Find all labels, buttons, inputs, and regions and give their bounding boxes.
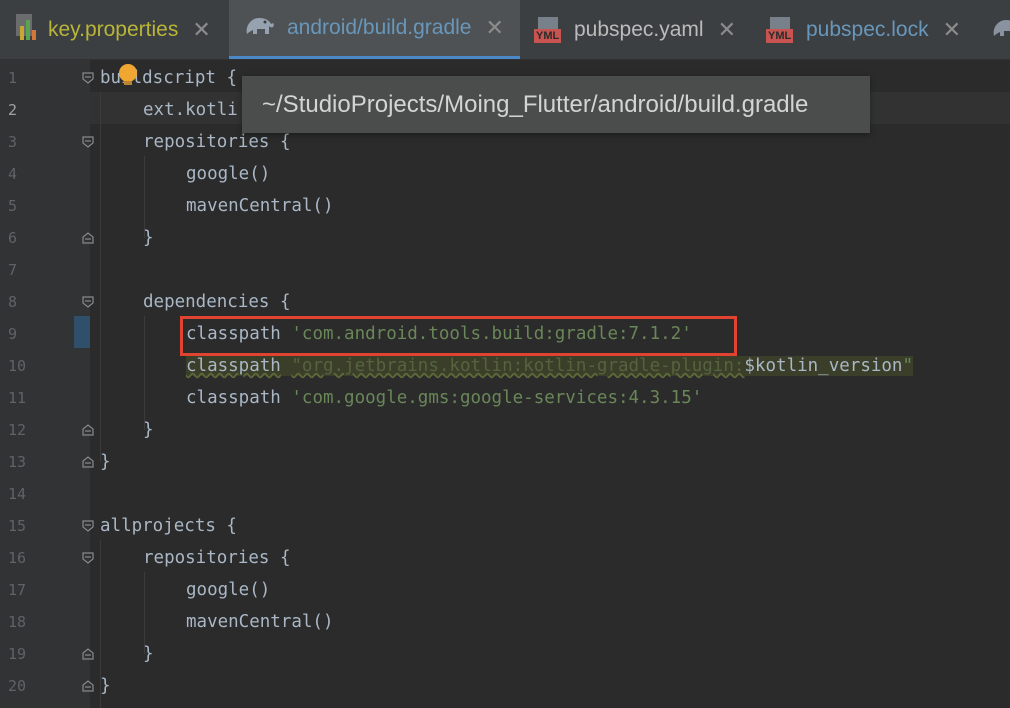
code-line-17: google(): [186, 574, 270, 606]
close-tab-icon[interactable]: ✕: [718, 18, 736, 43]
code-line-8: dependencies {: [143, 286, 291, 318]
code-line-19: }: [143, 638, 154, 670]
code-token: classpath: [186, 356, 281, 376]
properties-file-icon: [14, 12, 40, 48]
code-token: buildscript: [100, 68, 216, 88]
code-string: "org.jetbrains.kotlin:kotlin-gradle-plug…: [291, 356, 745, 376]
close-tab-icon[interactable]: ✕: [485, 16, 503, 41]
tab-pubspec-yaml[interactable]: YML pubspec.yaml ✕: [534, 0, 736, 59]
tab-label: key.properties: [48, 18, 179, 41]
tab-label: pubspec.lock: [806, 18, 929, 41]
line-number: 13: [8, 453, 27, 471]
change-marker: [74, 316, 90, 348]
intention-bulb-icon[interactable]: [119, 64, 137, 82]
gradle-elephant-icon: [243, 12, 277, 44]
line-number: 17: [8, 581, 27, 599]
fold-close-icon[interactable]: [82, 232, 94, 244]
line-number: 6: [8, 229, 18, 247]
yml-badge: YML: [766, 29, 794, 43]
line-number: 14: [8, 485, 27, 503]
line-number: 10: [8, 357, 27, 375]
yml-file-icon: YML: [534, 15, 564, 45]
fold-close-icon[interactable]: [82, 648, 94, 660]
yml-badge: YML: [534, 29, 562, 43]
fold-open-icon[interactable]: [82, 520, 94, 532]
code-line-13: }: [100, 446, 111, 478]
code-token: repositories {: [143, 132, 291, 152]
tab-label: android/build.gradle: [287, 16, 472, 39]
code-line-18: mavenCentral(): [186, 606, 334, 638]
code-token: repositories {: [143, 548, 291, 568]
code-token: }: [100, 452, 111, 472]
code-token: google(): [186, 164, 271, 184]
fold-close-icon[interactable]: [82, 456, 94, 468]
line-number: 3: [8, 133, 18, 151]
line-number: 15: [8, 517, 27, 535]
code-line-16: repositories {: [143, 542, 291, 574]
fold-open-icon[interactable]: [82, 136, 94, 148]
indent-guide: [100, 92, 101, 462]
code-string: ": [902, 356, 914, 376]
line-number: 1: [8, 69, 18, 87]
yml-file-icon: YML: [766, 15, 796, 45]
code-token: }: [143, 644, 154, 664]
code-token: }: [143, 420, 154, 440]
file-path-tooltip: ~/StudioProjects/Moing_Flutter/android/b…: [242, 76, 870, 133]
line-number: 9: [8, 325, 18, 343]
tab-overflow[interactable]: [990, 0, 1010, 59]
code-editor[interactable]: 1 2 3 4 5 6 7 8 9 10 11 12 13 14 15 16 1…: [0, 60, 1010, 708]
line-number: 12: [8, 421, 27, 439]
code-token: google(): [186, 580, 271, 600]
close-tab-icon[interactable]: ✕: [943, 18, 961, 43]
line-number: 16: [8, 549, 27, 567]
tab-pubspec-lock[interactable]: YML pubspec.lock ✕: [766, 0, 961, 59]
line-number: 8: [8, 293, 18, 311]
code-line-6: }: [143, 222, 154, 254]
line-number: 20: [8, 677, 27, 695]
line-number: 18: [8, 613, 27, 631]
indent-guide: [144, 316, 145, 430]
fold-open-icon[interactable]: [82, 72, 94, 84]
code-line-11: classpath 'com.google.gms:google-service…: [186, 382, 702, 414]
line-number: 7: [8, 261, 18, 279]
tab-android-build-gradle[interactable]: android/build.gradle ✕: [229, 0, 520, 59]
code-line-5: mavenCentral(): [186, 190, 334, 222]
fold-close-icon[interactable]: [82, 424, 94, 436]
line-number: 5: [8, 197, 18, 215]
code-token: mavenCentral(): [186, 612, 334, 632]
code-line-12: }: [143, 414, 154, 446]
line-number: 11: [8, 389, 27, 407]
tab-key-properties[interactable]: key.properties ✕: [14, 0, 211, 59]
code-line-20: }: [100, 670, 111, 702]
code-token: }: [100, 676, 111, 696]
intention-bulb-base: [124, 81, 132, 85]
line-number: 19: [8, 645, 27, 663]
tab-label: pubspec.yaml: [574, 18, 704, 41]
line-number: 4: [8, 165, 18, 183]
close-tab-icon[interactable]: ✕: [192, 18, 210, 43]
ide-window: key.properties ✕ android/build.gradle ✕ …: [0, 0, 1010, 708]
fold-open-icon[interactable]: [82, 296, 94, 308]
editor-tab-bar: key.properties ✕ android/build.gradle ✕ …: [0, 0, 1010, 60]
highlight-annotation-box: [180, 316, 737, 356]
code-token: mavenCentral(): [186, 196, 334, 216]
code-string: 'com.google.gms:google-services:4.3.15': [291, 388, 703, 408]
code-token: dependencies {: [143, 292, 291, 312]
fold-open-icon[interactable]: [82, 552, 94, 564]
code-token: allprojects {: [100, 516, 237, 536]
fold-close-icon[interactable]: [82, 680, 94, 692]
code-line-2: ext.kotli: [143, 94, 238, 126]
code-line-4: google(): [186, 158, 270, 190]
code-line-15: allprojects {: [100, 510, 237, 542]
gradle-elephant-icon: [990, 14, 1010, 46]
code-token: {: [215, 68, 237, 88]
code-token: ext.kotli: [143, 100, 238, 120]
code-template-var: $kotlin_version: [744, 356, 903, 376]
code-token: }: [143, 228, 154, 248]
line-number: 2: [8, 101, 18, 119]
code-token: classpath: [186, 388, 281, 408]
